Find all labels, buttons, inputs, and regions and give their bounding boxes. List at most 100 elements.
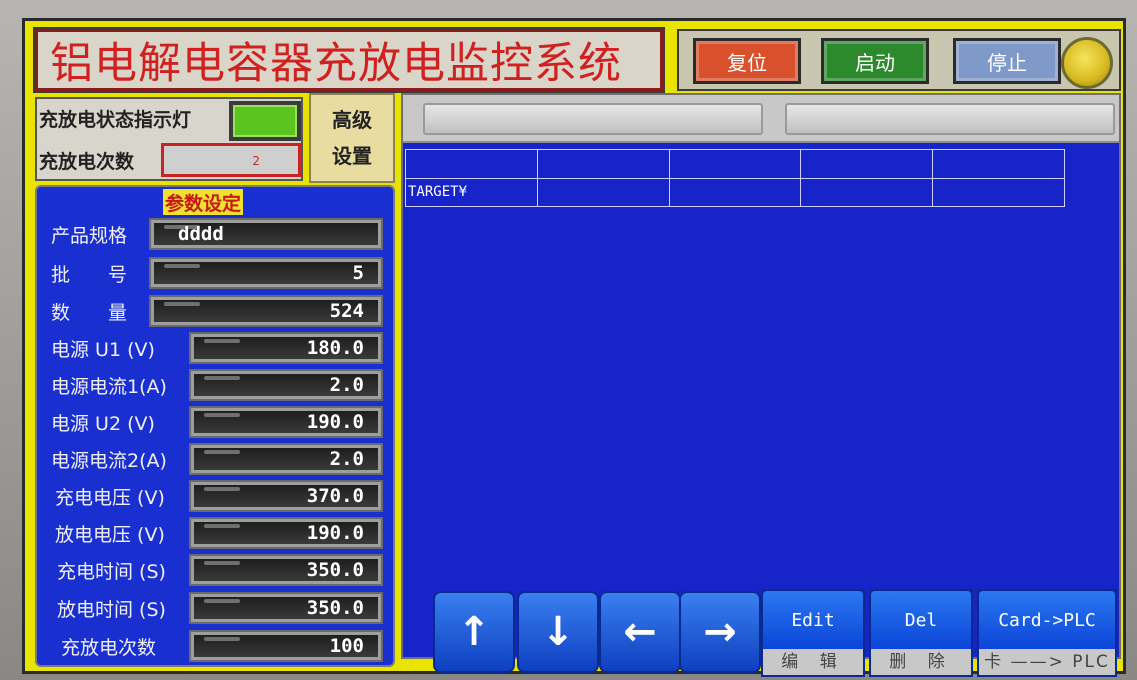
table-row: TARGET¥ bbox=[405, 177, 1065, 207]
run-indicator-lamp bbox=[1061, 37, 1113, 89]
param-label: 充放电次数 bbox=[61, 637, 157, 659]
advanced-label-2: 设置 bbox=[332, 144, 372, 168]
param-row: 充电时间 (S) 350.0 bbox=[37, 553, 397, 589]
arrow-right-icon: → bbox=[703, 609, 737, 655]
param-label: 电源 U1 (V) bbox=[51, 339, 155, 361]
supply-voltage-u1-field[interactable]: 180.0 bbox=[189, 332, 383, 364]
param-value: 524 bbox=[154, 300, 378, 322]
param-row: 放电电压 (V) 190.0 bbox=[37, 516, 397, 552]
param-row: 数 量 524 bbox=[37, 294, 397, 330]
param-value: 190.0 bbox=[194, 522, 378, 544]
param-label: 产品规格 bbox=[51, 225, 128, 247]
title-banner: 铝电解电容器充放电监控系统 bbox=[33, 27, 665, 93]
table-cell[interactable] bbox=[932, 149, 1065, 179]
param-row: 充电电压 (V) 370.0 bbox=[37, 479, 397, 515]
hmi-screen: 铝电解电容器充放电监控系统 复位 启动 停止 充放电状态指示灯 充放电次数 2 … bbox=[22, 18, 1126, 677]
table-cell[interactable] bbox=[405, 149, 538, 179]
param-row: 电源电流1(A) 2.0 bbox=[37, 368, 397, 404]
param-label: 电源电流1(A) bbox=[51, 376, 167, 398]
product-spec-field[interactable]: dddd bbox=[149, 218, 383, 250]
page-title: 铝电解电容器充放电监控系统 bbox=[50, 39, 622, 89]
reset-button[interactable]: 复位 bbox=[693, 38, 801, 84]
data-grid: TARGET¥ bbox=[405, 149, 1065, 207]
data-view-panel: TARGET¥ ↑ ↓ ← → Edit 编 辑 Del 删 除 Card->P… bbox=[401, 93, 1121, 677]
param-label: 充电电压 (V) bbox=[55, 487, 165, 509]
param-value: 5 bbox=[154, 262, 378, 284]
param-label: 批 号 bbox=[51, 264, 128, 286]
param-row: 电源 U1 (V) 180.0 bbox=[37, 331, 397, 367]
up-arrow-button[interactable]: ↑ bbox=[433, 591, 515, 673]
param-value: 190.0 bbox=[194, 411, 378, 433]
delete-button[interactable]: Del 删 除 bbox=[869, 589, 973, 677]
supply-voltage-u2-field[interactable]: 190.0 bbox=[189, 406, 383, 438]
down-arrow-button[interactable]: ↓ bbox=[517, 591, 599, 673]
edit-button-sub: 编 辑 bbox=[763, 649, 863, 675]
table-cell[interactable] bbox=[800, 149, 934, 179]
parameter-panel-title: 参数设定 bbox=[163, 189, 244, 215]
param-row: 放电时间 (S) 350.0 bbox=[37, 591, 397, 627]
batch-number-field[interactable]: 5 bbox=[149, 257, 383, 289]
param-row: 充放电次数 100 bbox=[37, 629, 397, 665]
header-strip bbox=[403, 95, 1119, 143]
status-indicator-lamp bbox=[229, 101, 301, 141]
table-cell[interactable] bbox=[800, 177, 934, 207]
param-value: 100 bbox=[194, 635, 378, 657]
param-value: 2.0 bbox=[194, 374, 378, 396]
param-row: 电源电流2(A) 2.0 bbox=[37, 442, 397, 478]
delete-button-sub: 删 除 bbox=[871, 649, 971, 675]
param-label: 放电时间 (S) bbox=[57, 599, 166, 621]
arrow-down-icon: ↓ bbox=[541, 609, 575, 655]
param-row: 电源 U2 (V) 190.0 bbox=[37, 405, 397, 441]
edit-button[interactable]: Edit 编 辑 bbox=[761, 589, 865, 677]
table-row bbox=[405, 149, 1065, 179]
cycle-count-setting-field[interactable]: 100 bbox=[189, 630, 383, 662]
left-arrow-button[interactable]: ← bbox=[599, 591, 681, 673]
cycle-count-label: 充放电次数 bbox=[39, 151, 135, 173]
status-area: 充放电状态指示灯 充放电次数 2 bbox=[35, 97, 303, 181]
right-arrow-button[interactable]: → bbox=[679, 591, 761, 673]
supply-current-2-field[interactable]: 2.0 bbox=[189, 443, 383, 475]
advanced-label-1: 高级 bbox=[332, 108, 372, 132]
cycle-count-display: 2 bbox=[161, 143, 301, 177]
discharge-time-field[interactable]: 350.0 bbox=[189, 592, 383, 624]
table-cell[interactable] bbox=[668, 149, 802, 179]
param-label: 电源 U2 (V) bbox=[51, 413, 155, 435]
control-toolbar: 复位 启动 停止 bbox=[677, 29, 1121, 91]
parameter-panel: 参数设定 产品规格 dddd 批 号 5 数 量 524 电源 U1 (V) 1… bbox=[35, 185, 395, 667]
start-button[interactable]: 启动 bbox=[821, 38, 929, 84]
param-value: 2.0 bbox=[194, 448, 378, 470]
stop-button[interactable]: 停止 bbox=[953, 38, 1061, 84]
discharge-voltage-field[interactable]: 190.0 bbox=[189, 517, 383, 549]
quantity-field[interactable]: 524 bbox=[149, 295, 383, 327]
advanced-settings-button[interactable]: 高级 设置 bbox=[309, 93, 395, 183]
header-field-1 bbox=[423, 103, 763, 135]
delete-button-label: Del bbox=[871, 591, 971, 649]
edit-button-label: Edit bbox=[763, 591, 863, 649]
header-field-2 bbox=[785, 103, 1115, 135]
param-row: 产品规格 dddd bbox=[37, 217, 397, 253]
supply-current-1-field[interactable]: 2.0 bbox=[189, 369, 383, 401]
charge-time-field[interactable]: 350.0 bbox=[189, 554, 383, 586]
card-to-plc-sub: 卡 ——> PLC bbox=[979, 649, 1115, 675]
param-label: 充电时间 (S) bbox=[57, 561, 166, 583]
param-value: 180.0 bbox=[194, 337, 378, 359]
param-value: 350.0 bbox=[194, 559, 378, 581]
status-lamp-label: 充放电状态指示灯 bbox=[39, 109, 192, 131]
charge-voltage-field[interactable]: 370.0 bbox=[189, 480, 383, 512]
param-label: 电源电流2(A) bbox=[51, 450, 167, 472]
param-row: 批 号 5 bbox=[37, 256, 397, 292]
param-label: 放电电压 (V) bbox=[55, 524, 165, 546]
card-to-plc-button[interactable]: Card->PLC 卡 ——> PLC bbox=[977, 589, 1117, 677]
param-value: dddd bbox=[154, 223, 378, 245]
arrow-up-icon: ↑ bbox=[457, 609, 491, 655]
param-label: 数 量 bbox=[51, 302, 128, 324]
table-cell[interactable] bbox=[536, 177, 670, 207]
card-to-plc-label: Card->PLC bbox=[979, 591, 1115, 649]
table-cell[interactable]: TARGET¥ bbox=[405, 177, 538, 207]
table-cell[interactable] bbox=[668, 177, 802, 207]
arrow-left-icon: ← bbox=[623, 609, 657, 655]
table-cell[interactable] bbox=[932, 177, 1065, 207]
param-value: 370.0 bbox=[194, 485, 378, 507]
table-cell[interactable] bbox=[536, 149, 670, 179]
param-value: 350.0 bbox=[194, 597, 378, 619]
